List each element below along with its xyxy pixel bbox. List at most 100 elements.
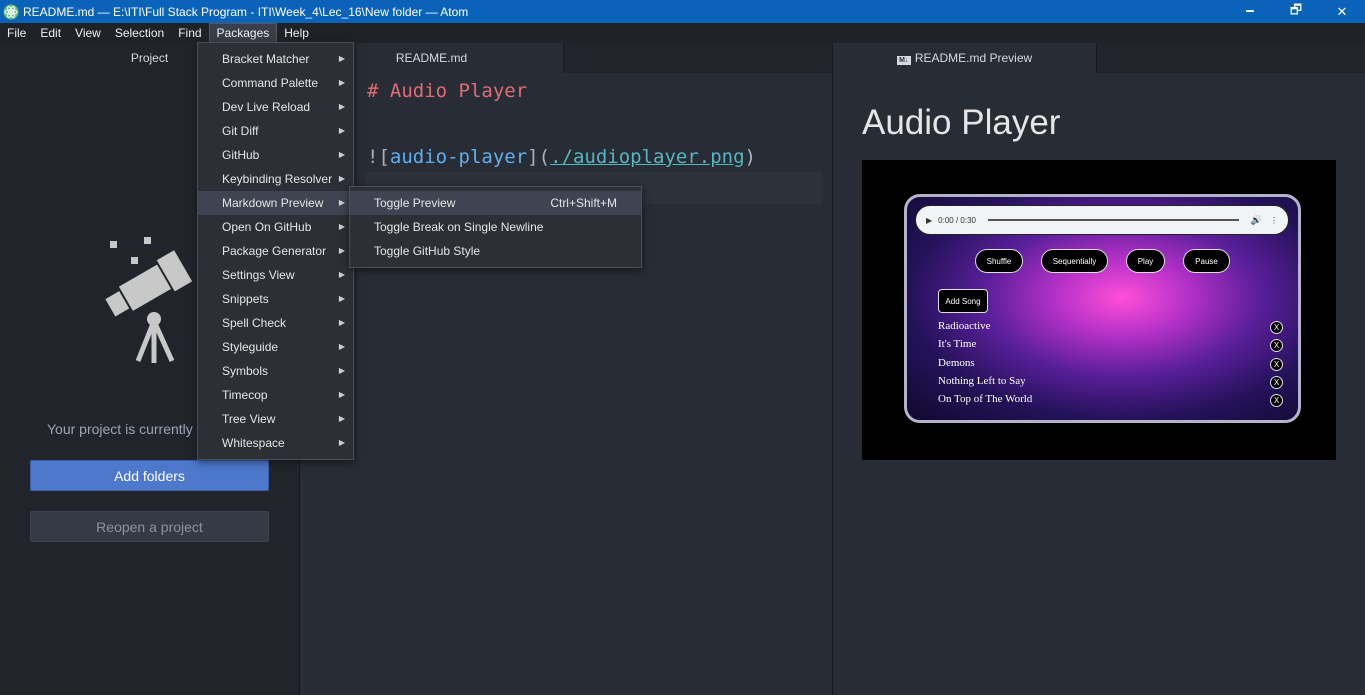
packages-menu: Bracket Matcher ▶ Command Palette ▶ Dev Li… xyxy=(197,42,354,460)
menu-item-markdown-preview[interactable]: Markdown Preview ▶ xyxy=(198,191,353,215)
remove-song-button: X xyxy=(1270,358,1283,371)
menu-bar: File Edit View Selection Find Packages H… xyxy=(0,23,1365,43)
menu-edit[interactable]: Edit xyxy=(33,23,68,43)
menu-item-label: GitHub xyxy=(222,148,260,162)
audio-controls: ▶ 0:00 / 0:30 🔊 ⋮ xyxy=(915,205,1289,235)
play-button: Play xyxy=(1126,249,1165,273)
code-token-url[interactable]: ./audioplayer.png xyxy=(550,146,744,168)
submenu-arrow-icon: ▶ xyxy=(338,366,345,375)
menu-item-github[interactable]: GitHub ▶ xyxy=(198,143,353,167)
remove-song-button: X xyxy=(1270,376,1283,389)
add-song-button: Add Song xyxy=(938,289,988,313)
submenu-arrow-icon: ▶ xyxy=(338,294,345,303)
submenu-arrow-icon: ▶ xyxy=(338,222,345,231)
menu-item-label: Symbols xyxy=(222,364,269,378)
menu-item-label: Markdown Preview xyxy=(222,196,324,210)
menu-item-snippets[interactable]: Snippets ▶ xyxy=(198,287,353,311)
menu-item-label: Toggle GitHub Style xyxy=(374,244,481,258)
submenu-arrow-icon: ▶ xyxy=(338,54,345,63)
remove-song-button: X xyxy=(1270,321,1283,334)
menu-item-command-palette[interactable]: Command Palette ▶ xyxy=(198,71,353,95)
submenu-arrow-icon: ▶ xyxy=(338,246,345,255)
remove-song-button: X xyxy=(1270,339,1283,352)
volume-icon: 🔊 xyxy=(1250,214,1262,225)
atom-app-icon xyxy=(3,4,19,19)
menu-item-toggle-github-style[interactable]: Toggle GitHub Style xyxy=(350,239,641,263)
submenu-arrow-icon: ▶ xyxy=(338,150,345,159)
menu-packages[interactable]: Packages xyxy=(208,23,278,43)
menu-item-label: Tree View xyxy=(222,412,276,426)
song-item: Nothing Left to Say xyxy=(938,375,1026,387)
menu-selection[interactable]: Selection xyxy=(108,23,171,43)
tab-readme-preview[interactable]: M↓ README.md Preview xyxy=(833,43,1097,73)
submenu-arrow-icon: ▶ xyxy=(338,198,345,207)
song-item: It's Time xyxy=(938,338,977,350)
submenu-arrow-icon: ▶ xyxy=(338,414,345,423)
menu-item-toggle-break-on-single-newline[interactable]: Toggle Break on Single Newline xyxy=(350,215,641,239)
menu-item-timecop[interactable]: Timecop ▶ xyxy=(198,383,353,407)
code-line-heading: # Audio Player xyxy=(367,80,528,102)
markdown-icon: M↓ xyxy=(896,56,911,65)
menu-item-label: Toggle Break on Single Newline xyxy=(374,220,544,234)
menu-item-label: Git Diff xyxy=(222,124,259,138)
song-item: Radioactive xyxy=(938,320,991,332)
menu-item-label: Dev Live Reload xyxy=(222,100,311,114)
menu-item-bracket-matcher[interactable]: Bracket Matcher ▶ xyxy=(198,47,353,71)
preview-tab-bar: M↓ README.md Preview xyxy=(833,43,1365,73)
menu-file[interactable]: File xyxy=(0,23,33,43)
menu-item-tree-view[interactable]: Tree View ▶ xyxy=(198,407,353,431)
title-bar: README.md — E:\ITI\Full Stack Program - … xyxy=(0,0,1365,23)
submenu-arrow-icon: ▶ xyxy=(338,102,345,111)
menu-item-label: Package Generator xyxy=(222,244,327,258)
submenu-arrow-icon: ▶ xyxy=(338,78,345,87)
song-item: Demons xyxy=(938,357,975,369)
reopen-project-button[interactable]: Reopen a project xyxy=(30,511,269,542)
window-title: README.md — E:\ITI\Full Stack Program - … xyxy=(23,4,469,19)
play-icon: ▶ xyxy=(926,215,933,225)
preview-heading: Audio Player xyxy=(862,103,1061,142)
audio-player-screenshot: ▶ 0:00 / 0:30 🔊 ⋮ Shuffle Sequentially P… xyxy=(904,194,1301,423)
close-button[interactable]: ✕ xyxy=(1319,0,1365,23)
submenu-arrow-icon: ▶ xyxy=(338,270,345,279)
telescope-icon xyxy=(105,237,193,363)
preview-image: ▶ 0:00 / 0:30 🔊 ⋮ Shuffle Sequentially P… xyxy=(862,160,1336,460)
menu-view[interactable]: View xyxy=(68,23,108,43)
menu-item-label: Bracket Matcher xyxy=(222,52,310,66)
editor-pane[interactable]: README.md # Audio Player ![audio-player]… xyxy=(300,43,832,695)
code-token-bang: ![ xyxy=(367,146,390,168)
menu-item-package-generator[interactable]: Package Generator ▶ xyxy=(198,239,353,263)
song-item: On Top of The World xyxy=(938,393,1033,405)
menu-item-label: Styleguide xyxy=(222,340,279,354)
submenu-arrow-icon: ▶ xyxy=(338,390,345,399)
menu-item-symbols[interactable]: Symbols ▶ xyxy=(198,359,353,383)
menu-item-label: Settings View xyxy=(222,268,295,282)
submenu-arrow-icon: ▶ xyxy=(338,342,345,351)
menu-item-spell-check[interactable]: Spell Check ▶ xyxy=(198,311,353,335)
maximize-button[interactable]: 🗗 xyxy=(1273,0,1319,23)
menu-item-keybinding-resolver[interactable]: Keybinding Resolver ▶ xyxy=(198,167,353,191)
minimize-button[interactable]: 🗕 xyxy=(1227,0,1273,23)
editor-tab-bar: README.md xyxy=(300,43,832,73)
code-line-image-link: ![audio-player](./audioplayer.png) xyxy=(367,146,756,168)
menu-help[interactable]: Help xyxy=(277,23,316,43)
menu-item-open-on-github[interactable]: Open On GitHub ▶ xyxy=(198,215,353,239)
menu-item-toggle-preview[interactable]: Toggle Preview Ctrl+Shift+M xyxy=(350,191,641,215)
markdown-preview-submenu: Toggle Preview Ctrl+Shift+M Toggle Break … xyxy=(349,186,642,268)
menu-find[interactable]: Find xyxy=(171,23,208,43)
more-options-icon: ⋮ xyxy=(1270,215,1278,225)
remove-song-button: X xyxy=(1270,394,1283,407)
add-folders-button[interactable]: Add folders xyxy=(30,460,269,491)
menu-item-styleguide[interactable]: Styleguide ▶ xyxy=(198,335,353,359)
menu-item-dev-live-reload[interactable]: Dev Live Reload ▶ xyxy=(198,95,353,119)
audio-time: 0:00 / 0:30 xyxy=(938,215,976,225)
menu-item-label: Toggle Preview xyxy=(374,196,456,210)
shuffle-button: Shuffle xyxy=(975,249,1023,273)
code-token-alt: audio-player xyxy=(389,146,528,168)
menu-item-label: Whitespace xyxy=(222,436,285,450)
menu-item-settings-view[interactable]: Settings View ▶ xyxy=(198,263,353,287)
submenu-arrow-icon: ▶ xyxy=(338,438,345,447)
menu-item-git-diff[interactable]: Git Diff ▶ xyxy=(198,119,353,143)
code-token-close: ) xyxy=(744,146,756,168)
menu-item-label: Keybinding Resolver xyxy=(222,172,333,186)
menu-item-whitespace[interactable]: Whitespace ▶ xyxy=(198,431,353,455)
